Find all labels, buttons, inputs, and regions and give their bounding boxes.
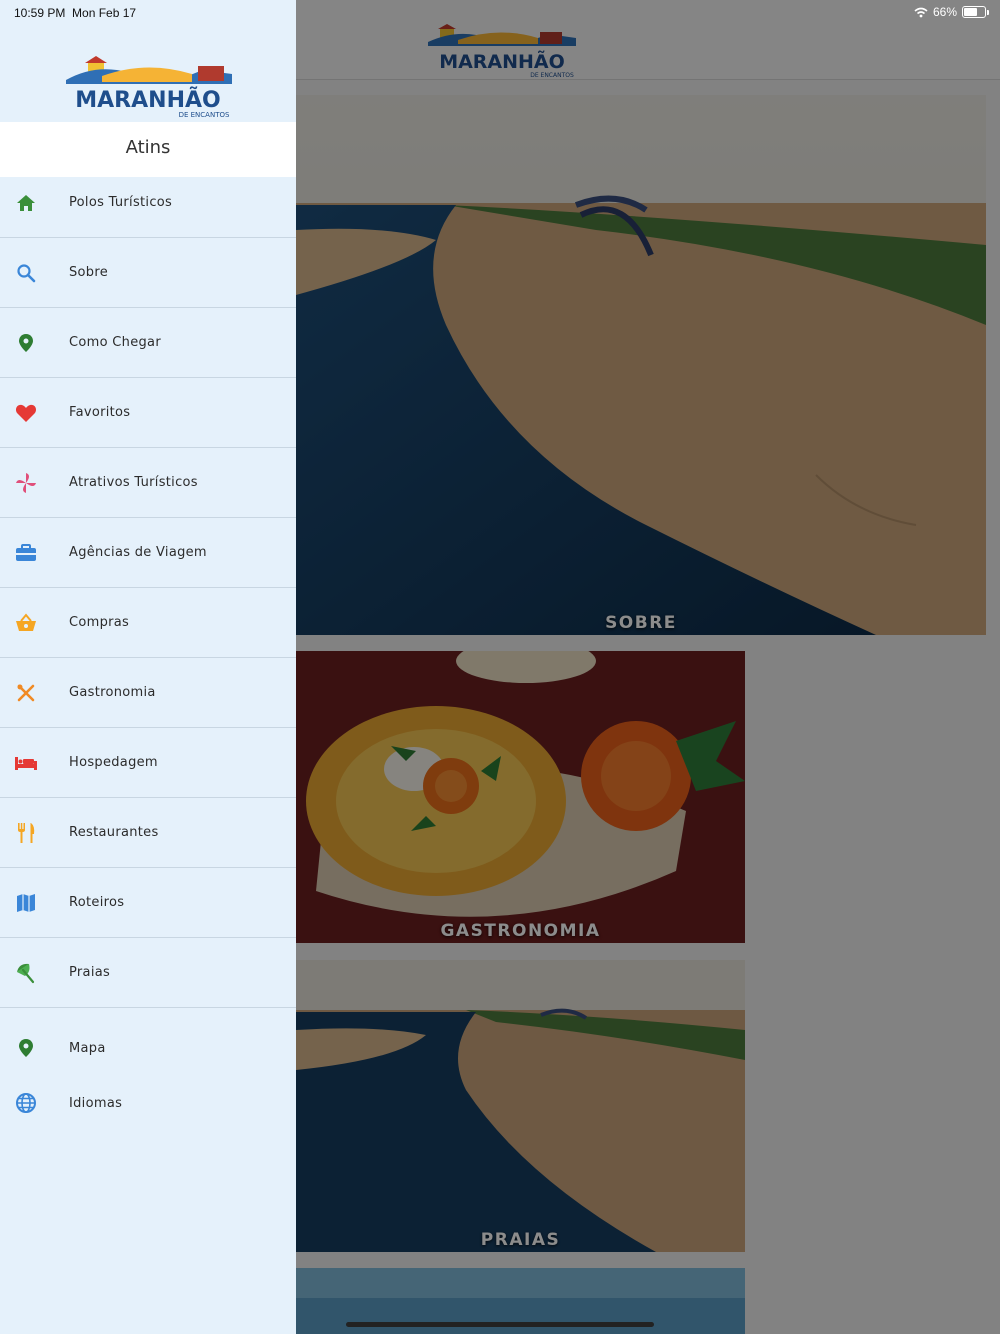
beach-umbrella-icon [14, 961, 38, 985]
home-icon [14, 191, 38, 215]
globe-icon [14, 1091, 38, 1115]
status-bar: 10:59 PM Mon Feb 17 66% [0, 0, 1000, 26]
wifi-icon [914, 7, 928, 17]
pinwheel-icon [14, 471, 38, 495]
menu-item-label: Polos Turísticos [69, 195, 173, 210]
briefcase-icon [14, 541, 38, 565]
menu-item-label: Compras [69, 615, 130, 630]
location-pin-icon [14, 1036, 38, 1060]
menu-item-favoritos[interactable]: Favoritos [0, 378, 296, 448]
menu-item-label: Idiomas [69, 1095, 123, 1111]
navigation-drawer: MARANHÃO DE ENCANTOS Atins Polos Turísti… [0, 0, 296, 1334]
search-icon [14, 261, 38, 285]
basket-icon [14, 611, 38, 635]
menu-item-label: Favoritos [69, 405, 131, 420]
menu-item-label: Como Chegar [69, 335, 161, 350]
fork-knife-icon [14, 821, 38, 845]
menu-item-como-chegar[interactable]: Como Chegar [0, 308, 296, 378]
menu-item-label: Gastronomia [69, 685, 156, 700]
menu-item-praias[interactable]: Praias [0, 938, 296, 1008]
maranhao-logo: MARANHÃO DE ENCANTOS [66, 56, 232, 119]
battery-level [964, 8, 978, 16]
bed-icon [14, 751, 38, 775]
battery-percent: 66% [932, 5, 957, 19]
utensils-crossed-icon [14, 681, 38, 705]
menu-item-restaurantes[interactable]: Restaurantes [0, 798, 296, 868]
map-icon [14, 891, 38, 915]
status-time: 10:59 PM Mon Feb 17 [14, 6, 137, 20]
menu-item-atrativos-turisticos[interactable]: Atrativos Turísticos [0, 448, 296, 518]
menu-item-agencias-de-viagem[interactable]: Agências de Viagem [0, 518, 296, 588]
menu-item-compras[interactable]: Compras [0, 588, 296, 658]
svg-text:DE ENCANTOS: DE ENCANTOS [179, 111, 230, 119]
menu-item-idiomas[interactable]: Idiomas [0, 1068, 296, 1138]
menu-item-label: Atrativos Turísticos [69, 475, 198, 490]
menu-item-polos-turisticos[interactable]: Polos Turísticos [0, 168, 296, 238]
menu-item-label: Restaurantes [69, 825, 159, 840]
menu-item-label: Praias [69, 965, 111, 980]
menu-item-label: Roteiros [69, 895, 125, 910]
svg-text:MARANHÃO: MARANHÃO [75, 87, 220, 113]
status-indicators: 66% [914, 5, 989, 19]
battery-icon [962, 6, 989, 18]
menu-item-label: Hospedagem [69, 755, 158, 770]
menu-item-label: Mapa [69, 1040, 106, 1056]
menu-item-label: Agências de Viagem [69, 545, 207, 560]
home-indicator[interactable] [346, 1322, 654, 1327]
location-pin-icon [14, 331, 38, 355]
menu-item-gastronomia[interactable]: Gastronomia [0, 658, 296, 728]
menu-item-label: Sobre [69, 265, 109, 280]
heart-icon [14, 401, 38, 425]
menu-item-roteiros[interactable]: Roteiros [0, 868, 296, 938]
menu-item-hospedagem[interactable]: Hospedagem [0, 728, 296, 798]
menu-item-sobre[interactable]: Sobre [0, 238, 296, 308]
